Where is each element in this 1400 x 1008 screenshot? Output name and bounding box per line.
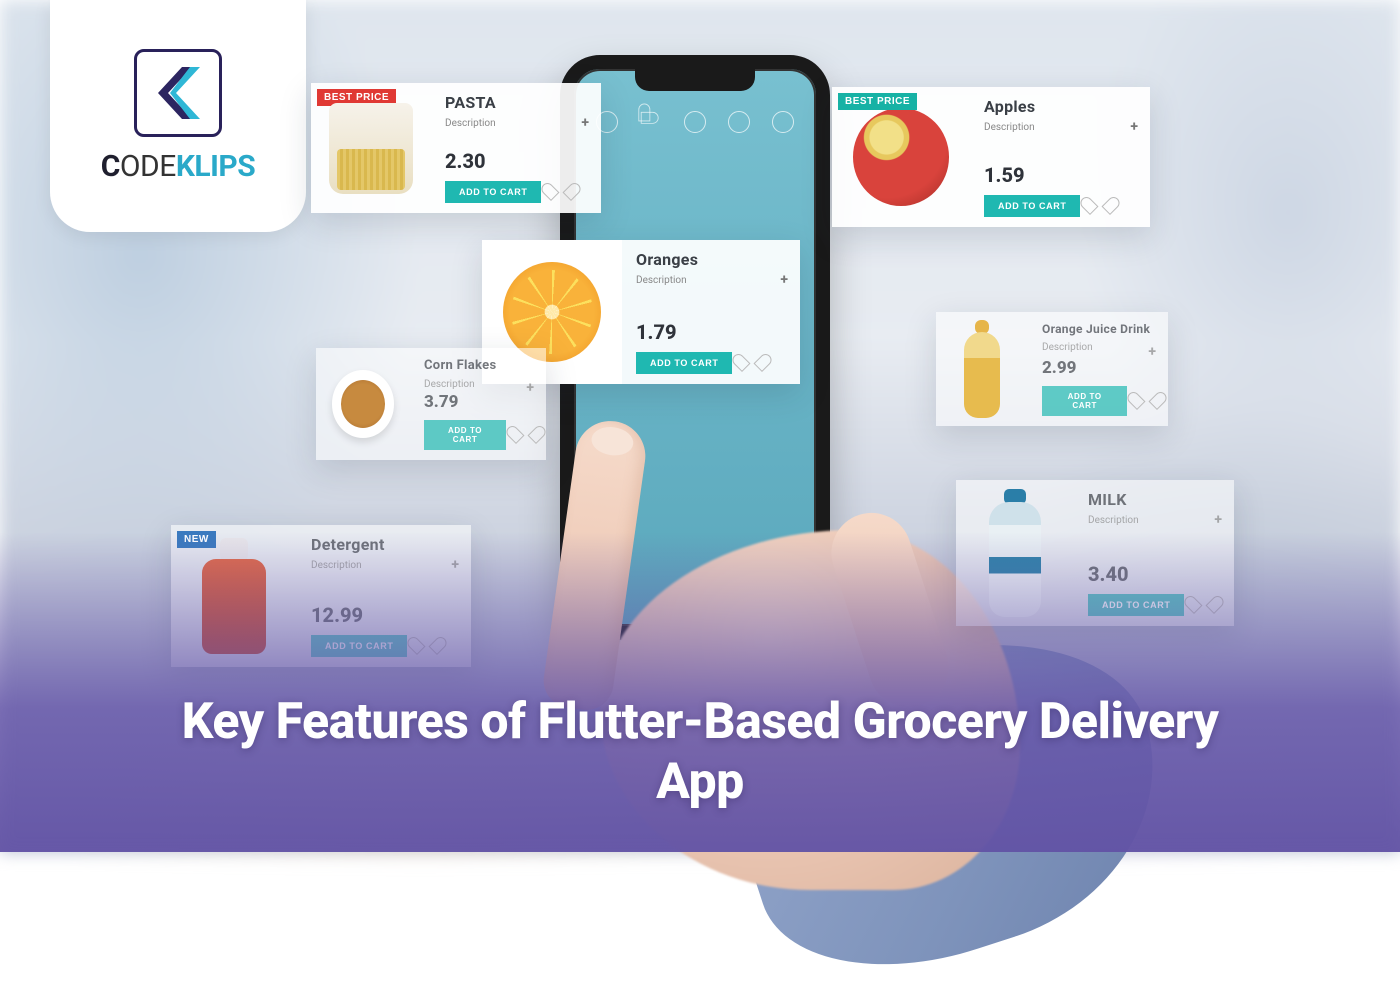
best-price-badge: BEST PRICE <box>838 93 917 110</box>
expand-plus-icon[interactable]: + <box>526 380 534 396</box>
favorite-heart-icon[interactable] <box>551 184 569 200</box>
add-to-cart-button[interactable]: ADD TO CART <box>445 181 541 203</box>
expand-plus-icon[interactable]: + <box>581 115 589 131</box>
product-price: 1.59 <box>984 163 1136 187</box>
product-description-label: Description <box>1088 515 1220 526</box>
favorite-heart-icon[interactable] <box>1137 393 1154 409</box>
product-description-label: Description <box>424 379 532 390</box>
favorite-heart-icon[interactable] <box>742 355 760 371</box>
codeklips-k-icon <box>148 63 208 123</box>
product-title: Orange Juice Drink <box>1042 322 1154 336</box>
expand-plus-icon[interactable]: + <box>780 272 788 288</box>
add-to-cart-button[interactable]: ADD TO CART <box>636 352 732 374</box>
mail-icon <box>728 111 750 133</box>
favorite-heart-icon[interactable] <box>1090 198 1108 214</box>
brand-logo-mark <box>134 49 222 137</box>
product-card-pasta[interactable]: BEST PRICE PASTA Description + 2.30 ADD … <box>311 83 601 213</box>
product-card-orange-juice[interactable]: Orange Juice Drink Description + 2.99 AD… <box>936 312 1168 426</box>
add-to-cart-button[interactable]: ADD TO CART <box>424 420 506 450</box>
expand-plus-icon[interactable]: + <box>1148 344 1156 360</box>
brand-logo-card: CODEKLIPS <box>50 0 306 232</box>
headline-text: Key Features of Flutter-Based Grocery De… <box>0 692 1400 812</box>
product-description-label: Description <box>636 275 786 286</box>
product-title: Apples <box>984 97 1136 116</box>
product-card-apples[interactable]: BEST PRICE Apples Description + 1.59 ADD… <box>832 87 1150 227</box>
product-title: Corn Flakes <box>424 358 532 373</box>
apple-image <box>853 108 950 206</box>
product-description-label: Description <box>445 118 587 129</box>
product-price: 2.30 <box>445 149 587 173</box>
product-description-label: Description <box>1042 342 1154 353</box>
orange-juice-image <box>964 320 1001 418</box>
add-to-cart-button[interactable]: ADD TO CART <box>1042 386 1127 416</box>
product-title: PASTA <box>445 93 587 112</box>
favorite-heart-icon[interactable] <box>516 427 532 443</box>
phone-notch <box>635 67 755 91</box>
pasta-image <box>329 103 413 194</box>
product-price: 1.79 <box>636 320 786 344</box>
product-description-label: Description <box>984 122 1136 133</box>
product-title: MILK <box>1088 490 1220 509</box>
expand-plus-icon[interactable]: + <box>1214 512 1222 528</box>
brand-logo-text: CODEKLIPS <box>101 149 255 184</box>
add-to-cart-button[interactable]: ADD TO CART <box>984 195 1080 217</box>
chat-icon <box>684 111 706 133</box>
heart-icon <box>638 109 664 135</box>
phone-top-icon-row <box>574 111 816 133</box>
product-price: 2.99 <box>1042 358 1154 378</box>
product-card-cornflakes[interactable]: Corn Flakes Description + 3.79 ADD TO CA… <box>316 348 546 460</box>
search-icon <box>772 111 794 133</box>
product-title: Oranges <box>636 250 786 269</box>
expand-plus-icon[interactable]: + <box>1130 119 1138 135</box>
product-price: 3.79 <box>424 392 532 412</box>
cornflakes-image <box>332 370 394 437</box>
